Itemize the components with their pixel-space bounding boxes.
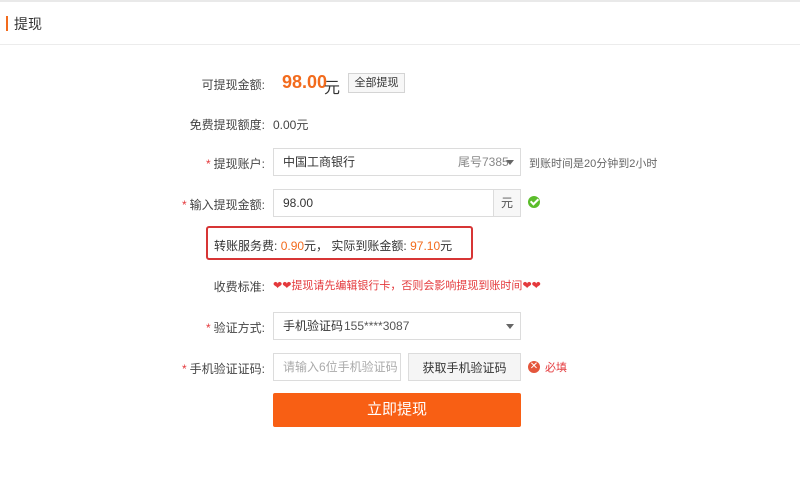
account-tail-number: 尾号7385 [458,155,509,169]
chevron-down-icon [506,160,514,165]
fee-line: 转账服务费: 0.90元， 实际到账金额: 97.10元 [214,237,452,254]
verify-phone: 155****3087 [344,319,410,333]
fee-label: 转账服务费: [214,239,278,253]
withdraw-all-button[interactable]: 全部提现 [348,73,405,93]
page-title: 提现 [14,16,42,32]
required-mark: * [181,362,187,376]
standard-note-text: 提现请先编辑银行卡，否则会影响提现到账时间 [291,280,523,292]
required-mark: * [181,198,187,212]
account-bank: 中国工商银行 [283,155,356,169]
error-icon: ✕ [528,361,540,373]
header-accent-bar [6,16,8,31]
amount-input-value: 98.00 [283,196,314,210]
account-select[interactable]: 中国工商银行 尾号7385 [273,148,521,176]
verify-method: 手机验证码 [283,319,344,333]
arrival-note: 到账时间是20分钟到2小时 [529,158,658,170]
fee-unit: 元， [304,239,329,253]
verify-label-text: 验证方式: [213,321,265,335]
verify-method-select[interactable]: 手机验证码 155****3087 [273,312,521,340]
amount-input-label-text: 输入提现金额: [189,198,265,212]
sms-label-text: 手机验证证码: [189,362,265,376]
actual-label: 实际到账金额: [331,239,407,253]
required-text: 必填 [545,362,567,374]
account-label-text: 提现账户: [213,157,265,171]
fee-value: 0.90 [280,239,305,253]
available-amount: 98.00 [282,72,328,92]
chevron-down-icon [506,324,514,329]
submit-withdraw-button[interactable]: 立即提现 [273,393,521,427]
amount-input-label: * 输入提现金额: [0,196,265,213]
actual-value: 97.10 [410,239,441,253]
free-quota-label: 免费提现额度: [189,118,265,132]
page-header: 提现 [0,2,800,45]
free-quota-value: 0.00元 [273,118,309,132]
available-unit: 元 [324,80,341,97]
available-label: 可提现金额: [201,78,265,92]
required-mark: * [205,321,211,335]
sms-label: * 手机验证证码: [0,360,265,377]
required-mark: * [205,157,211,171]
sms-code-placeholder: 请输入6位手机验证码 [283,360,398,374]
heart-icon: ❤❤ [273,280,292,292]
amount-input[interactable]: 98.00 元 [273,189,521,217]
heart-icon: ❤❤ [522,280,541,292]
verify-label: * 验证方式: [0,319,265,336]
actual-unit: 元 [440,239,453,253]
standard-label: 收费标准: [213,280,265,294]
sms-code-input[interactable]: 请输入6位手机验证码 [273,353,401,381]
standard-note: ❤❤提现请先编辑银行卡，否则会影响提现到账时间❤❤ [273,277,541,293]
get-code-button[interactable]: 获取手机验证码 [408,353,521,381]
check-icon [528,196,540,208]
amount-input-unit: 元 [493,190,520,216]
fee-highlight-box: 转账服务费: 0.90元， 实际到账金额: 97.10元 [206,226,473,260]
account-label: * 提现账户: [0,155,265,172]
